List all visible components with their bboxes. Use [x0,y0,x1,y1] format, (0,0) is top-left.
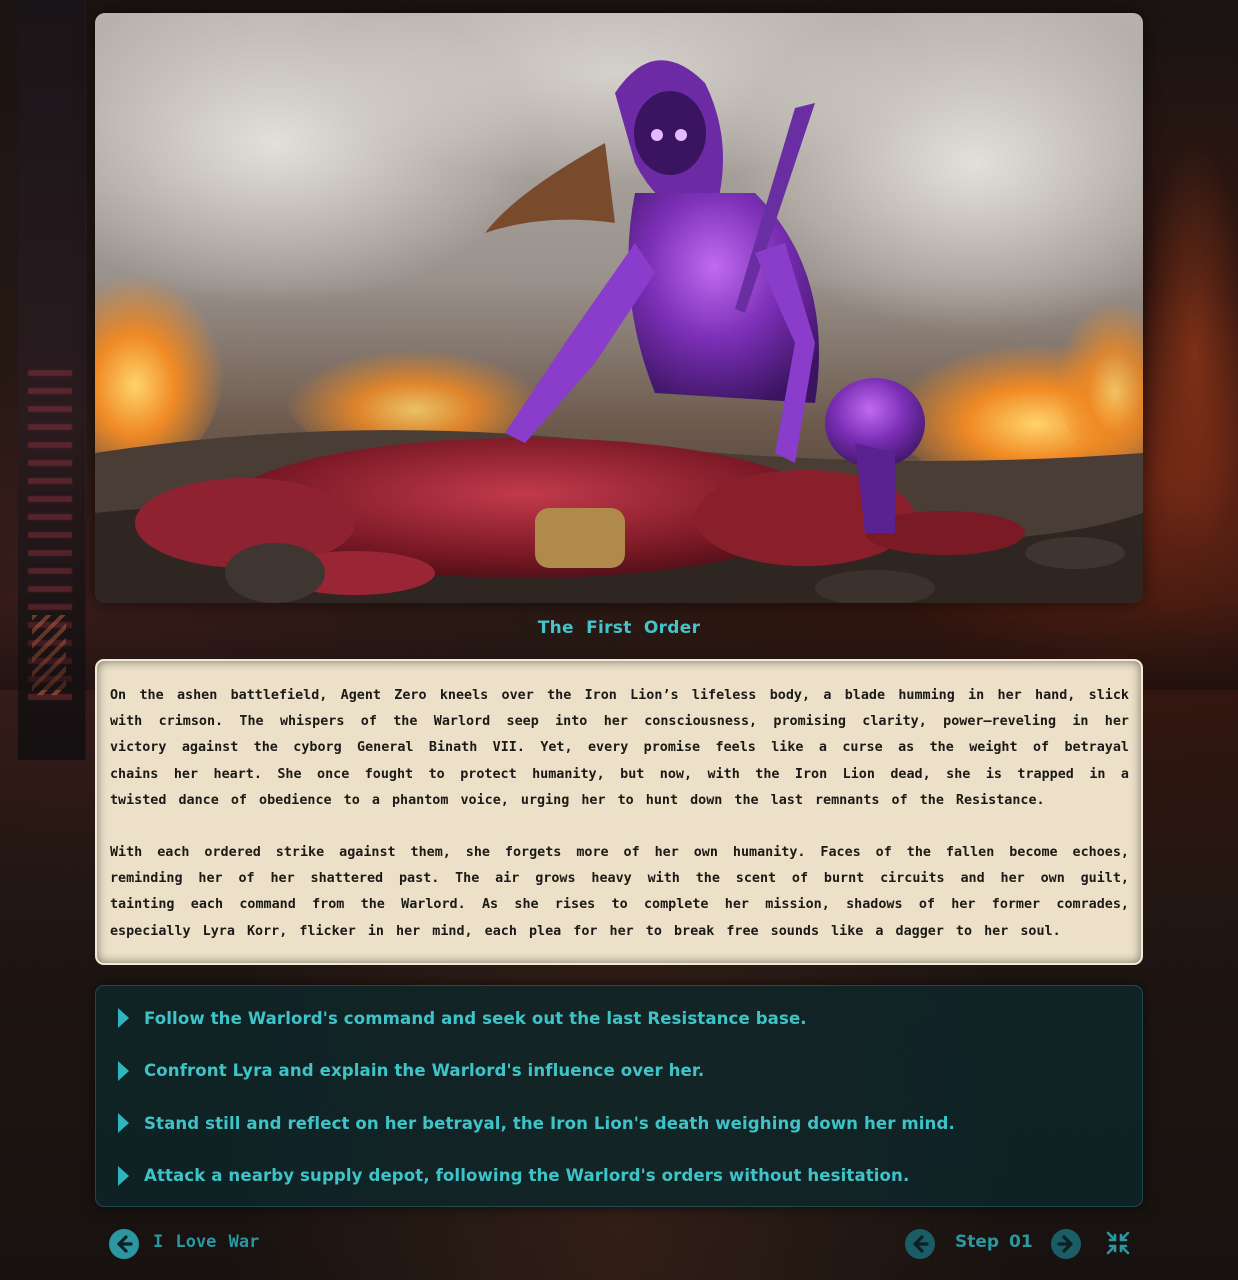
triangle-right-icon [118,1008,129,1029]
story-title: The First Order [537,618,701,638]
choices-panel: Follow the Warlord's command and seek ou… [95,985,1143,1207]
next-step-button[interactable] [1051,1229,1081,1259]
arrow-left-circle-icon [117,1235,133,1253]
choice-option-2[interactable]: Confront Lyra and explain the Warlord's … [96,1045,1142,1098]
choice-label: Stand still and reflect on her betrayal,… [144,1113,955,1133]
story-illustration [95,13,1143,603]
back-button[interactable] [109,1229,139,1259]
previous-step-button[interactable] [905,1229,935,1259]
arrow-left-circle-icon [913,1235,929,1253]
choice-label: Attack a nearby supply depot, following … [144,1166,910,1186]
story-paragraph-1: On the ashen battlefield, Agent Zero kne… [110,688,1129,808]
choice-option-3[interactable]: Stand still and reflect on her betrayal,… [96,1097,1142,1150]
fullscreen-button[interactable] [1105,1230,1131,1256]
collapse-icon [1106,1231,1130,1255]
triangle-right-icon [118,1113,129,1134]
choice-option-4[interactable]: Attack a nearby supply depot, following … [96,1150,1142,1203]
choice-option-1[interactable]: Follow the Warlord's command and seek ou… [96,992,1142,1045]
triangle-right-icon [118,1165,129,1186]
story-name-link[interactable]: I Love War [153,1232,259,1252]
choice-label: Confront Lyra and explain the Warlord's … [144,1061,705,1081]
arrow-right-circle-icon [1057,1235,1073,1253]
step-indicator: Step 01 [955,1232,1033,1252]
choice-label: Follow the Warlord's command and seek ou… [144,1008,807,1028]
story-text-panel: On the ashen battlefield, Agent Zero kne… [95,659,1143,965]
story-paragraph-2: With each ordered strike against them, s… [110,845,1129,939]
background-fire-glow [1140,140,1238,560]
footer-bar: I Love War Step 01 [95,1222,1143,1266]
triangle-right-icon [118,1060,129,1081]
